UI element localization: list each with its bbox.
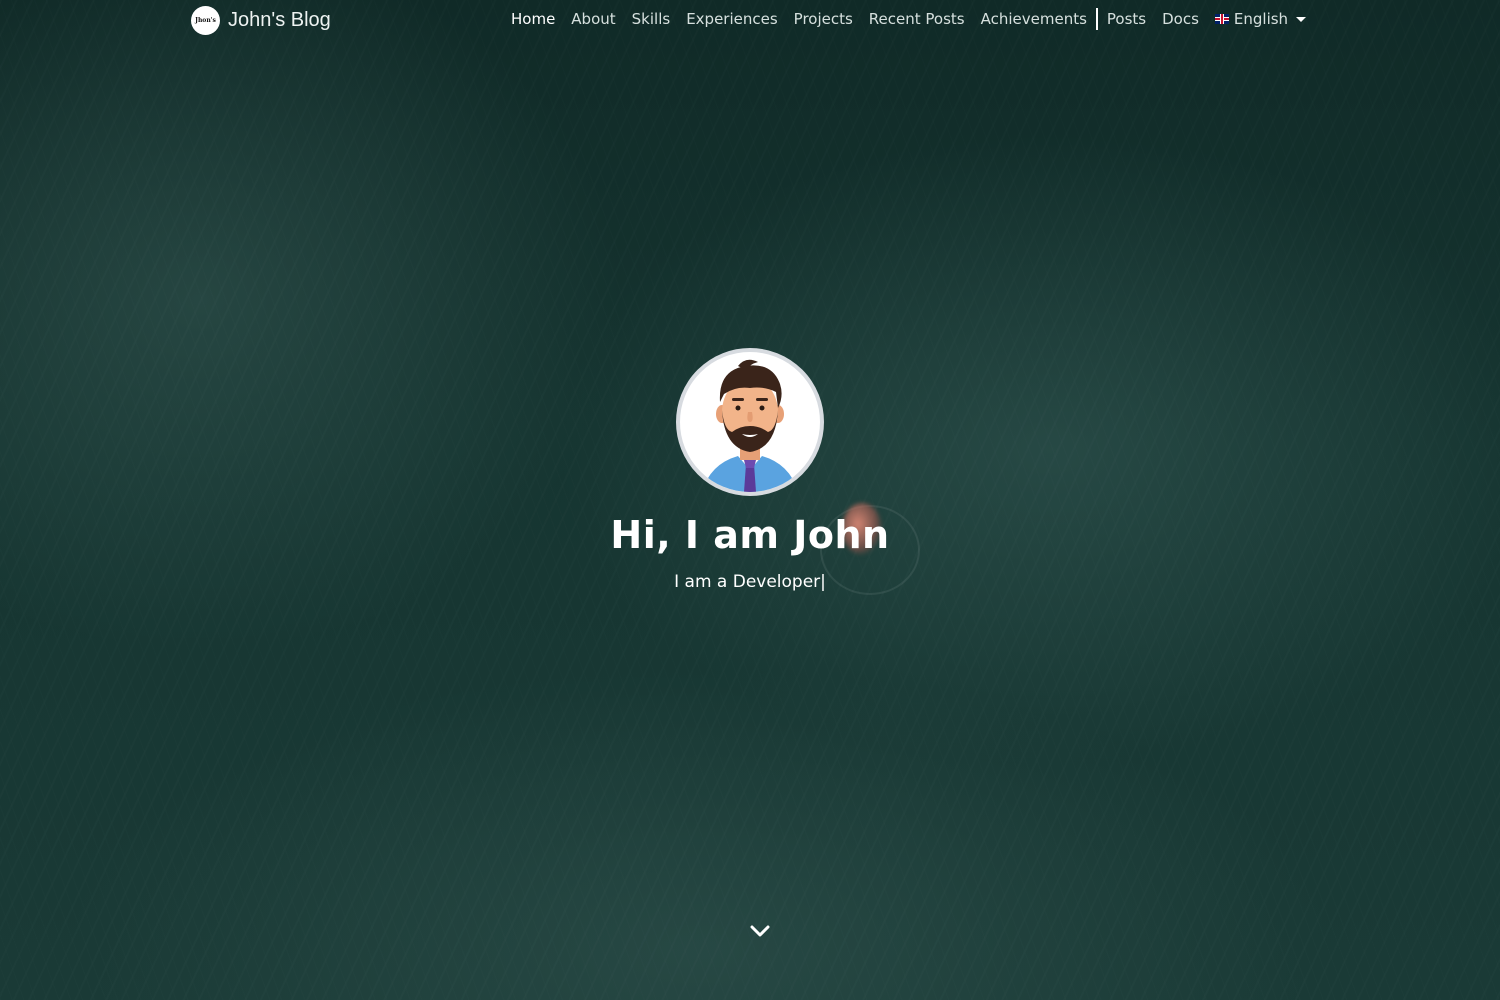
nav-item-projects[interactable]: Projects xyxy=(786,9,861,29)
nav-item-skills[interactable]: Skills xyxy=(624,9,679,29)
nav-item-home[interactable]: Home xyxy=(503,9,563,29)
nav-item-about[interactable]: About xyxy=(563,9,623,29)
caret-down-icon xyxy=(1296,16,1307,22)
nav-item-posts[interactable]: Posts xyxy=(1099,9,1154,29)
scroll-down-button[interactable] xyxy=(749,920,771,942)
avatar xyxy=(676,348,824,496)
nav-item-achievements[interactable]: Achievements xyxy=(973,9,1095,29)
nav-item-recent-posts[interactable]: Recent Posts xyxy=(861,9,973,29)
hero-title: Hi, I am John xyxy=(610,513,890,557)
hero-section: Hi, I am John I am a Developer| xyxy=(0,348,1500,592)
brand-logo: Jhon's xyxy=(191,5,220,35)
nav-item-experiences[interactable]: Experiences xyxy=(678,9,785,29)
bearded-man-avatar-icon xyxy=(702,359,798,492)
brand-link[interactable]: Jhon's John's Blog xyxy=(191,5,331,35)
top-navbar: Jhon's John's Blog Home About Skills Exp… xyxy=(0,0,1500,40)
nav-list: Home About Skills Experiences Projects R… xyxy=(503,8,1314,30)
uk-flag-icon xyxy=(1214,14,1229,24)
language-dropdown[interactable]: English xyxy=(1207,9,1314,29)
language-label: English xyxy=(1233,10,1289,28)
brand-title: John's Blog xyxy=(228,8,331,31)
nav-item-docs[interactable]: Docs xyxy=(1154,9,1207,29)
hero-subtitle: I am a Developer| xyxy=(674,572,826,592)
chevron-down-icon xyxy=(750,925,770,937)
nav-divider xyxy=(1095,8,1098,30)
